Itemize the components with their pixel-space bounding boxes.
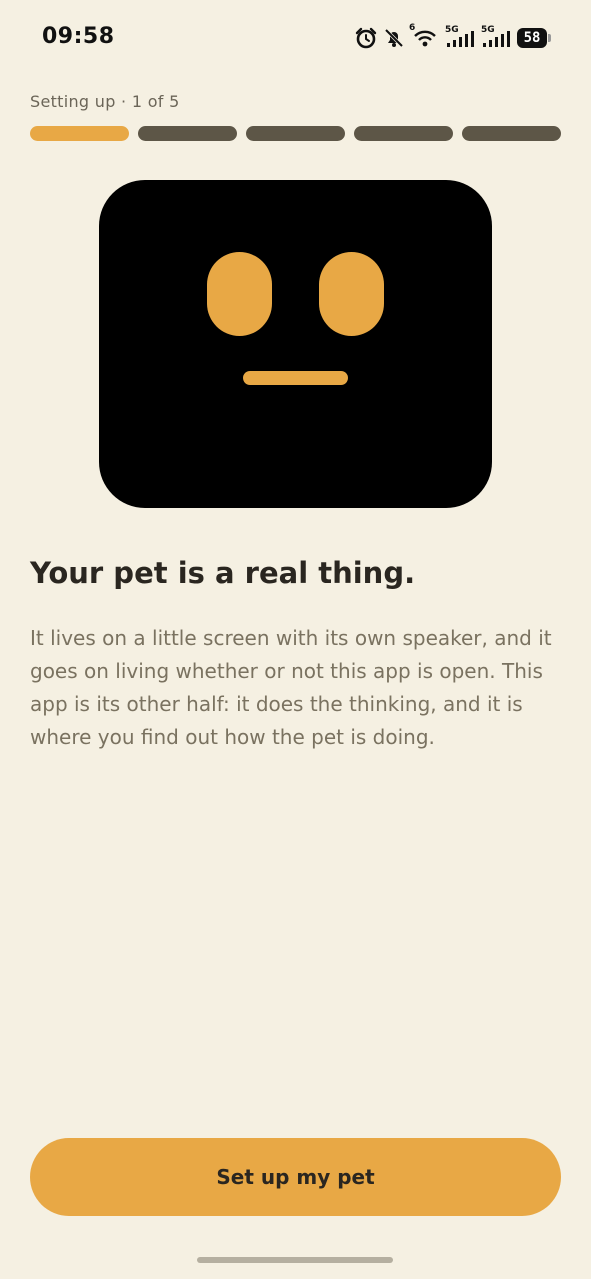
progress-step-1 <box>30 126 129 141</box>
battery-icon: 58 <box>517 28 551 48</box>
battery-tip <box>548 34 551 42</box>
wifi-badge: 6 <box>409 23 416 33</box>
description-text: It lives on a little screen with its own… <box>30 626 552 749</box>
signal-5g-icon: 5G <box>481 25 511 49</box>
progress-step-2 <box>138 126 237 141</box>
progress-step-4 <box>354 126 453 141</box>
bell-off-icon <box>383 27 405 49</box>
step-label: Setting up · 1 of 5 <box>30 92 180 111</box>
signal-5g-icon: 5G <box>445 25 475 49</box>
progress-step-5 <box>462 126 561 141</box>
battery-level: 58 <box>517 28 547 48</box>
status-icons: 6 5G 5G 58 <box>355 23 551 52</box>
pet-mouth <box>243 371 348 385</box>
pet-left-eye <box>207 252 272 336</box>
onboarding-progress <box>30 126 561 141</box>
wifi-icon: 6 <box>409 23 439 49</box>
progress-step-3 <box>246 126 345 141</box>
pet-right-eye <box>319 252 384 336</box>
pet-face-illustration <box>99 180 492 508</box>
status-time: 09:58 <box>42 24 115 49</box>
alarm-icon <box>355 27 377 49</box>
set-up-pet-button[interactable]: Set up my pet <box>30 1138 561 1216</box>
home-indicator[interactable] <box>197 1257 393 1263</box>
status-bar: 09:58 6 5G 5G 58 <box>0 0 591 76</box>
page-title: Your pet is a real thing. <box>30 556 416 590</box>
